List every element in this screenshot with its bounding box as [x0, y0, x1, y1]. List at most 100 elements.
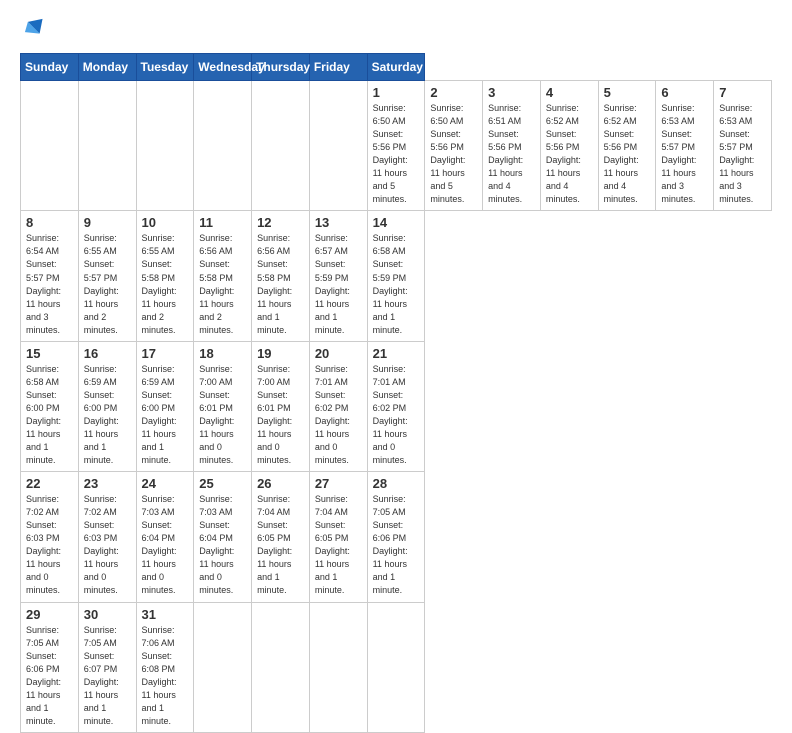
calendar-cell: [21, 81, 79, 211]
calendar-cell: 8Sunrise: 6:54 AMSunset: 5:57 PMDaylight…: [21, 211, 79, 341]
calendar-cell: 15 Sunrise: 6:58 AMSunset: 6:00 PMDayligh…: [21, 341, 79, 471]
weekday-header-tuesday: Tuesday: [136, 54, 194, 81]
day-info: Sunrise: 7:05 AMSunset: 6:06 PMDaylight:…: [26, 624, 73, 728]
day-number: 13: [315, 215, 362, 230]
day-number: 2: [430, 85, 477, 100]
day-info: Sunrise: 6:59 AMSunset: 6:00 PMDaylight:…: [142, 363, 189, 467]
day-info: Sunrise: 6:52 AMSunset: 5:56 PMDaylight:…: [546, 102, 593, 206]
day-number: 1: [373, 85, 420, 100]
day-info: Sunrise: 6:55 AMSunset: 5:58 PMDaylight:…: [142, 232, 189, 336]
calendar-week-1: 1 Sunrise: 6:50 AMSunset: 5:56 PMDaylight…: [21, 81, 772, 211]
day-number: 15: [26, 346, 73, 361]
day-number: 23: [84, 476, 131, 491]
calendar-cell: 27Sunrise: 7:04 AMSunset: 6:05 PMDayligh…: [309, 472, 367, 602]
calendar-cell: 31 Sunrise: 7:06 AMSunset: 6:08 PMDayligh…: [136, 602, 194, 732]
weekday-header-sunday: Sunday: [21, 54, 79, 81]
calendar-cell: [136, 81, 194, 211]
day-number: 19: [257, 346, 304, 361]
calendar-cell: 19 Sunrise: 7:00 AMSunset: 6:01 PMDayligh…: [252, 341, 310, 471]
weekday-header-monday: Monday: [78, 54, 136, 81]
calendar-cell: 30 Sunrise: 7:05 AMSunset: 6:07 PMDayligh…: [78, 602, 136, 732]
day-number: 22: [26, 476, 73, 491]
day-info: Sunrise: 7:04 AMSunset: 6:05 PMDaylight:…: [257, 493, 304, 597]
calendar-cell: 16 Sunrise: 6:59 AMSunset: 6:00 PMDayligh…: [78, 341, 136, 471]
day-number: 18: [199, 346, 246, 361]
logo-icon: [22, 16, 44, 38]
day-info: Sunrise: 6:50 AMSunset: 5:56 PMDaylight:…: [373, 102, 420, 206]
day-info: Sunrise: 6:53 AMSunset: 5:57 PMDaylight:…: [719, 102, 766, 206]
calendar-cell: 11 Sunrise: 6:56 AMSunset: 5:58 PMDayligh…: [194, 211, 252, 341]
day-number: 5: [604, 85, 651, 100]
day-number: 30: [84, 607, 131, 622]
day-number: 28: [373, 476, 420, 491]
day-info: Sunrise: 6:56 AMSunset: 5:58 PMDaylight:…: [199, 232, 246, 336]
logo: [20, 18, 44, 43]
day-info: Sunrise: 6:51 AMSunset: 5:56 PMDaylight:…: [488, 102, 535, 206]
day-info: Sunrise: 6:57 AMSunset: 5:59 PMDaylight:…: [315, 232, 362, 336]
calendar-cell: [309, 602, 367, 732]
day-info: Sunrise: 7:00 AMSunset: 6:01 PMDaylight:…: [257, 363, 304, 467]
calendar-cell: [194, 602, 252, 732]
day-info: Sunrise: 7:03 AMSunset: 6:04 PMDaylight:…: [199, 493, 246, 597]
calendar-week-2: 8Sunrise: 6:54 AMSunset: 5:57 PMDaylight…: [21, 211, 772, 341]
weekday-header-saturday: Saturday: [367, 54, 425, 81]
calendar-cell: 20 Sunrise: 7:01 AMSunset: 6:02 PMDayligh…: [309, 341, 367, 471]
day-number: 16: [84, 346, 131, 361]
day-info: Sunrise: 6:52 AMSunset: 5:56 PMDaylight:…: [604, 102, 651, 206]
calendar-cell: 2 Sunrise: 6:50 AMSunset: 5:56 PMDaylight…: [425, 81, 483, 211]
calendar-week-4: 22 Sunrise: 7:02 AMSunset: 6:03 PMDayligh…: [21, 472, 772, 602]
day-number: 7: [719, 85, 766, 100]
header: [20, 18, 772, 43]
day-info: Sunrise: 7:01 AMSunset: 6:02 PMDaylight:…: [315, 363, 362, 467]
calendar-cell: 23 Sunrise: 7:02 AMSunset: 6:03 PMDayligh…: [78, 472, 136, 602]
weekday-header-wednesday: Wednesday: [194, 54, 252, 81]
day-number: 11: [199, 215, 246, 230]
day-number: 29: [26, 607, 73, 622]
calendar-cell: 26Sunrise: 7:04 AMSunset: 6:05 PMDayligh…: [252, 472, 310, 602]
weekday-header-thursday: Thursday: [252, 54, 310, 81]
day-number: 4: [546, 85, 593, 100]
page: SundayMondayTuesdayWednesdayThursdayFrid…: [0, 0, 792, 612]
day-info: Sunrise: 6:59 AMSunset: 6:00 PMDaylight:…: [84, 363, 131, 467]
calendar-cell: 1 Sunrise: 6:50 AMSunset: 5:56 PMDaylight…: [367, 81, 425, 211]
calendar-cell: 21Sunrise: 7:01 AMSunset: 6:02 PMDayligh…: [367, 341, 425, 471]
day-info: Sunrise: 7:06 AMSunset: 6:08 PMDaylight:…: [142, 624, 189, 728]
day-info: Sunrise: 7:05 AMSunset: 6:06 PMDaylight:…: [373, 493, 420, 597]
day-number: 8: [26, 215, 73, 230]
calendar-cell: [194, 81, 252, 211]
calendar-cell: 17Sunrise: 6:59 AMSunset: 6:00 PMDayligh…: [136, 341, 194, 471]
day-info: Sunrise: 6:58 AMSunset: 6:00 PMDaylight:…: [26, 363, 73, 467]
calendar-week-5: 29 Sunrise: 7:05 AMSunset: 6:06 PMDayligh…: [21, 602, 772, 732]
day-number: 9: [84, 215, 131, 230]
calendar-cell: 4 Sunrise: 6:52 AMSunset: 5:56 PMDaylight…: [540, 81, 598, 211]
calendar-cell: 12 Sunrise: 6:56 AMSunset: 5:58 PMDayligh…: [252, 211, 310, 341]
day-number: 6: [661, 85, 708, 100]
day-number: 14: [373, 215, 420, 230]
day-info: Sunrise: 6:50 AMSunset: 5:56 PMDaylight:…: [430, 102, 477, 206]
day-info: Sunrise: 6:58 AMSunset: 5:59 PMDaylight:…: [373, 232, 420, 336]
calendar-cell: 9Sunrise: 6:55 AMSunset: 5:57 PMDaylight…: [78, 211, 136, 341]
day-info: Sunrise: 6:56 AMSunset: 5:58 PMDaylight:…: [257, 232, 304, 336]
day-info: Sunrise: 7:02 AMSunset: 6:03 PMDaylight:…: [84, 493, 131, 597]
day-info: Sunrise: 7:05 AMSunset: 6:07 PMDaylight:…: [84, 624, 131, 728]
day-info: Sunrise: 6:53 AMSunset: 5:57 PMDaylight:…: [661, 102, 708, 206]
day-number: 20: [315, 346, 362, 361]
day-info: Sunrise: 7:02 AMSunset: 6:03 PMDaylight:…: [26, 493, 73, 597]
day-number: 3: [488, 85, 535, 100]
day-number: 27: [315, 476, 362, 491]
calendar-cell: [78, 81, 136, 211]
calendar-cell: 22 Sunrise: 7:02 AMSunset: 6:03 PMDayligh…: [21, 472, 79, 602]
calendar: SundayMondayTuesdayWednesdayThursdayFrid…: [20, 53, 772, 733]
day-number: 12: [257, 215, 304, 230]
day-number: 21: [373, 346, 420, 361]
calendar-cell: 25 Sunrise: 7:03 AMSunset: 6:04 PMDayligh…: [194, 472, 252, 602]
calendar-cell: 13 Sunrise: 6:57 AMSunset: 5:59 PMDayligh…: [309, 211, 367, 341]
calendar-cell: 6 Sunrise: 6:53 AMSunset: 5:57 PMDaylight…: [656, 81, 714, 211]
day-number: 25: [199, 476, 246, 491]
day-number: 31: [142, 607, 189, 622]
day-info: Sunrise: 7:03 AMSunset: 6:04 PMDaylight:…: [142, 493, 189, 597]
calendar-cell: [252, 602, 310, 732]
day-info: Sunrise: 7:00 AMSunset: 6:01 PMDaylight:…: [199, 363, 246, 467]
calendar-cell: [367, 602, 425, 732]
calendar-cell: 18 Sunrise: 7:00 AMSunset: 6:01 PMDayligh…: [194, 341, 252, 471]
